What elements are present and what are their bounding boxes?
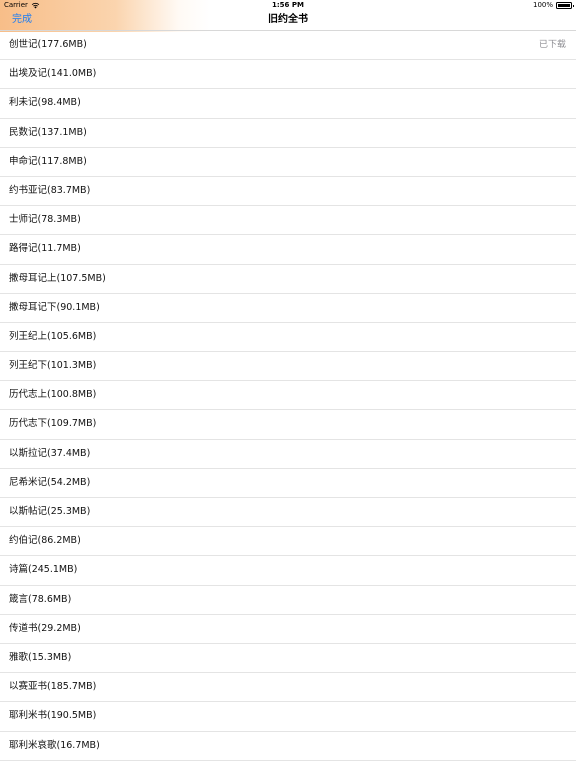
book-title: 路得记(11.7MB): [9, 243, 81, 255]
status-bar: Carrier 1:56 PM 100%: [0, 0, 576, 11]
book-title: 约书亚记(83.7MB): [9, 184, 91, 196]
book-title: 以赛亚书(185.7MB): [9, 681, 97, 693]
list-item[interactable]: 耶利米哀歌(16.7MB): [0, 732, 576, 761]
list-item[interactable]: 列王纪上(105.6MB): [0, 323, 576, 353]
list-item[interactable]: 出埃及记(141.0MB): [0, 60, 576, 90]
book-title: 撒母耳记下(90.1MB): [9, 301, 100, 313]
list-item[interactable]: 撒母耳记上(107.5MB): [0, 265, 576, 294]
book-title: 传道书(29.2MB): [9, 622, 81, 634]
book-title: 历代志上(100.8MB): [9, 389, 97, 401]
list-item[interactable]: 耶利米书(190.5MB): [0, 702, 576, 732]
navigation-bar: 完成 旧约全书: [0, 11, 576, 31]
book-title: 民数记(137.1MB): [9, 126, 87, 138]
book-title: 诗篇(245.1MB): [9, 564, 78, 576]
list-item[interactable]: 传道书(29.2MB): [0, 615, 576, 644]
list-item[interactable]: 约书亚记(83.7MB): [0, 177, 576, 207]
book-title: 利未记(98.4MB): [9, 97, 81, 109]
book-title: 申命记(117.8MB): [9, 155, 87, 167]
battery-icon: [556, 2, 574, 9]
list-item[interactable]: 约伯记(86.2MB): [0, 527, 576, 557]
book-title: 以斯拉记(37.4MB): [9, 447, 91, 459]
book-title: 雅歌(15.3MB): [9, 651, 72, 663]
page-title: 旧约全书: [268, 14, 308, 25]
download-status: 已下载: [538, 40, 566, 50]
list-item[interactable]: 诗篇(245.1MB): [0, 556, 576, 586]
list-item[interactable]: 以斯拉记(37.4MB): [0, 440, 576, 469]
book-title: 历代志下(109.7MB): [9, 418, 97, 430]
list-item[interactable]: 路得记(11.7MB): [0, 235, 576, 265]
list-item[interactable]: 列王纪下(101.3MB): [0, 352, 576, 382]
list-item[interactable]: 尼希米记(54.2MB): [0, 469, 576, 498]
list-item[interactable]: 以赛亚书(185.7MB): [0, 673, 576, 703]
book-title: 耶利米哀歌(16.7MB): [9, 739, 100, 751]
battery-percent: 100%: [532, 1, 553, 9]
book-list: 创世记(177.6MB) 已下载出埃及记(141.0MB) 利未记(98.4MB) 民…: [0, 31, 576, 761]
list-item[interactable]: 创世记(177.6MB) 已下载: [0, 31, 576, 61]
book-title: 以斯帖记(25.3MB): [9, 506, 91, 517]
book-title: 士师记(78.3MB): [9, 214, 81, 226]
list-item[interactable]: 士师记(78.3MB): [0, 206, 576, 236]
list-item[interactable]: 箴言(78.6MB): [0, 586, 576, 615]
list-item[interactable]: 利未记(98.4MB): [0, 89, 576, 119]
book-title: 尼希米记(54.2MB): [9, 476, 91, 488]
list-item[interactable]: 历代志下(109.7MB): [0, 410, 576, 440]
book-title: 箴言(78.6MB): [9, 593, 72, 605]
book-title: 创世记(177.6MB): [9, 39, 87, 50]
book-title: 出埃及记(141.0MB): [9, 68, 97, 80]
list-item[interactable]: 民数记(137.1MB): [0, 119, 576, 148]
status-time: 1:56 PM: [272, 1, 304, 9]
book-title: 列王纪上(105.6MB): [9, 330, 97, 342]
list-item[interactable]: 历代志上(100.8MB): [0, 381, 576, 411]
book-title: 撒母耳记上(107.5MB): [9, 272, 106, 284]
book-title: 约伯记(86.2MB): [9, 535, 81, 547]
list-item[interactable]: 申命记(117.8MB): [0, 148, 576, 177]
battery-group: 100%: [532, 0, 574, 11]
list-item[interactable]: 以斯帖记(25.3MB): [0, 498, 576, 528]
list-item[interactable]: 撒母耳记下(90.1MB): [0, 294, 576, 323]
list-item[interactable]: 雅歌(15.3MB): [0, 644, 576, 674]
book-title: 耶利米书(190.5MB): [9, 710, 97, 722]
book-title: 列王纪下(101.3MB): [9, 360, 97, 372]
screen: Carrier 1:56 PM 100% 完成 旧约全书 创世记(177.6MB…: [0, 0, 576, 768]
